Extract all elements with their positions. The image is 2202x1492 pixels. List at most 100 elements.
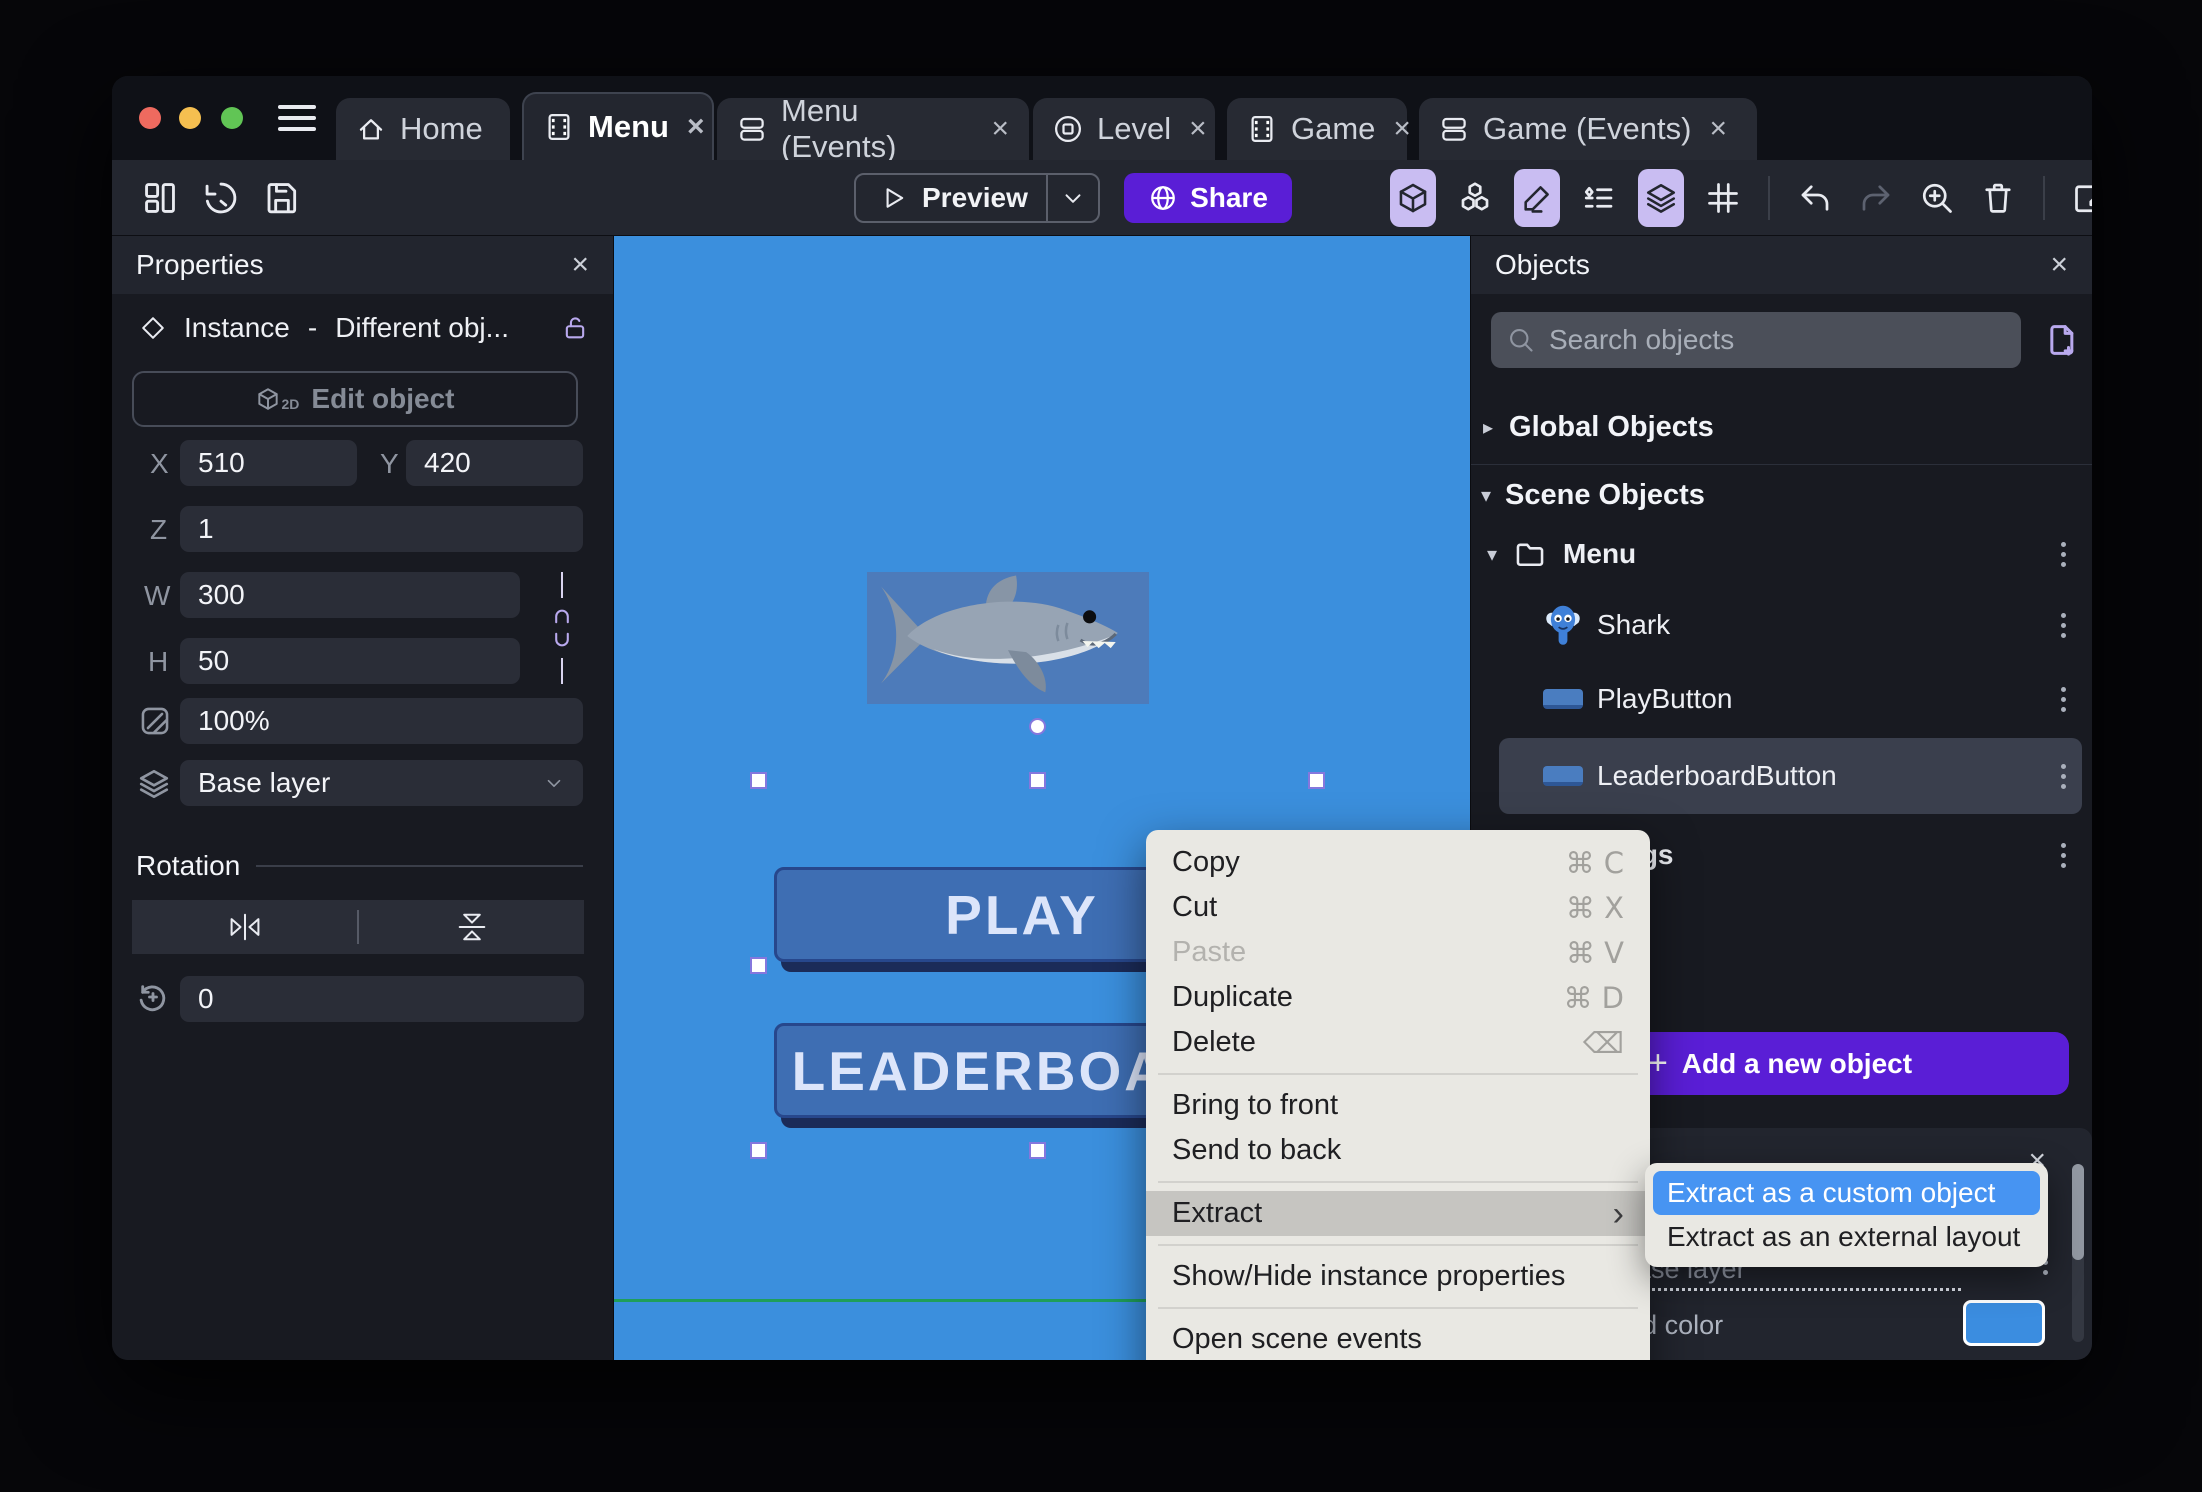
redo-icon[interactable] — [1854, 176, 1898, 220]
triangle-down-icon: ▾ — [1487, 542, 1498, 566]
selection-handle-mid-left[interactable] — [750, 957, 767, 974]
layer-select[interactable]: Base layer — [180, 760, 583, 806]
menu-item-bring-to-front[interactable]: Bring to front — [1146, 1083, 1650, 1128]
share-button[interactable]: Share — [1124, 173, 1292, 223]
menu-item-copy[interactable]: Copy ⌘ C — [1146, 840, 1650, 885]
tab-game[interactable]: Game × — [1227, 98, 1411, 160]
tree-item-leaderboardbutton[interactable]: LeaderboardButton — [1471, 752, 2092, 800]
menu-item-delete[interactable]: Delete ⌫ — [1146, 1020, 1650, 1065]
tab-label: Game (Events) — [1483, 111, 1692, 146]
chevron-down-icon[interactable] — [1048, 185, 1098, 211]
background-color-swatch[interactable] — [1963, 1300, 2045, 1346]
kebab-menu-icon[interactable] — [2061, 612, 2066, 638]
traffic-zoom-button[interactable] — [221, 107, 243, 129]
scene-icon — [544, 112, 574, 142]
submenu-item-extract-external-layout[interactable]: Extract as an external layout — [1653, 1215, 2040, 1259]
kebab-menu-icon[interactable] — [2061, 842, 2066, 868]
y-label: Y — [380, 448, 399, 479]
undo-icon[interactable] — [1793, 176, 1837, 220]
tab-label: Menu (Events) — [781, 93, 897, 164]
events-icon — [1439, 114, 1469, 144]
new-folder-icon[interactable] — [2041, 320, 2081, 360]
submenu-item-extract-custom-object[interactable]: Extract as a custom object — [1653, 1171, 2040, 1215]
menu-item-extract[interactable]: Extract › — [1146, 1191, 1650, 1236]
home-icon — [356, 114, 386, 144]
edit-mode-pencil-icon[interactable] — [1514, 169, 1560, 227]
tab-home[interactable]: Home — [336, 98, 510, 160]
edit-scene-properties-icon[interactable] — [2068, 176, 2092, 220]
opacity-input[interactable]: 100% — [180, 698, 583, 744]
width-input[interactable]: 300 — [180, 572, 520, 618]
preview-button[interactable]: Preview — [854, 173, 1100, 223]
grid-icon[interactable] — [1701, 176, 1745, 220]
globe-icon — [1148, 183, 1178, 213]
close-icon[interactable]: × — [1393, 114, 1411, 144]
search-objects-box[interactable] — [1491, 312, 2021, 368]
tab-label: Game — [1291, 111, 1376, 146]
x-label: X — [150, 448, 169, 479]
instances-blocks-icon[interactable] — [1453, 176, 1497, 220]
close-icon[interactable]: × — [571, 248, 589, 282]
traffic-close-button[interactable] — [139, 107, 161, 129]
tab-menu-events[interactable]: Menu (Events) × — [717, 93, 1029, 164]
rotation-handle[interactable] — [1029, 718, 1046, 735]
menu-item-open-scene-events[interactable]: Open scene events — [1146, 1317, 1650, 1360]
instance-list-icon[interactable] — [1577, 176, 1621, 220]
selection-handle-top-right[interactable] — [1308, 772, 1325, 789]
y-input[interactable]: 420 — [406, 440, 583, 486]
flip-horizontal-button[interactable] — [132, 910, 357, 944]
menu-separator — [1158, 1073, 1638, 1075]
selection-handle-bottom-center[interactable] — [1029, 1142, 1046, 1159]
tree-folder-menu[interactable]: ▾ Menu — [1471, 530, 2092, 578]
scene-icon — [1247, 114, 1277, 144]
shark-sprite[interactable] — [867, 572, 1149, 704]
global-objects-group[interactable]: ▸ Global Objects — [1471, 403, 2092, 451]
save-icon[interactable] — [260, 176, 304, 220]
tree-item-playbutton[interactable]: PlayButton — [1471, 675, 2092, 723]
trash-icon[interactable] — [1976, 176, 2020, 220]
selection-handle-top-center[interactable] — [1029, 772, 1046, 789]
scene-objects-group[interactable]: ▾ Scene Objects — [1471, 471, 2092, 519]
link-wh-toggle[interactable] — [540, 572, 584, 684]
menu-separator — [1158, 1181, 1638, 1183]
menu-item-show-hide-instance-properties[interactable]: Show/Hide instance properties — [1146, 1254, 1650, 1299]
x-input[interactable]: 510 — [180, 440, 357, 486]
play-icon — [880, 184, 908, 212]
scrollbar-thumb[interactable] — [2072, 1164, 2084, 1260]
menu-item-paste[interactable]: Paste ⌘ V — [1146, 930, 1650, 975]
selection-handle-bottom-left[interactable] — [750, 1142, 767, 1159]
history-icon[interactable] — [199, 176, 243, 220]
unlock-icon[interactable] — [561, 314, 589, 342]
rotate-icon — [134, 978, 172, 1016]
kebab-menu-icon[interactable] — [2061, 541, 2066, 567]
selection-handle-top-left[interactable] — [750, 772, 767, 789]
zoom-in-icon[interactable] — [1915, 176, 1959, 220]
hamburger-menu-icon[interactable] — [278, 105, 316, 131]
height-input[interactable]: 50 — [180, 638, 520, 684]
z-input[interactable]: 1 — [180, 506, 583, 552]
close-icon[interactable]: × — [991, 114, 1009, 144]
tab-level[interactable]: Level × — [1033, 98, 1215, 160]
flip-vertical-button[interactable] — [359, 910, 584, 944]
properties-panel: Properties × Instance - Different obj...… — [112, 236, 614, 1360]
menu-separator — [1158, 1244, 1638, 1246]
objects-3d-view-toggle-icon[interactable] — [1390, 169, 1436, 227]
kebab-menu-icon[interactable] — [2061, 763, 2066, 789]
close-icon[interactable]: × — [1709, 114, 1727, 144]
close-icon[interactable]: × — [2050, 248, 2068, 282]
layers-panel-toggle-icon[interactable] — [1638, 169, 1684, 227]
menu-item-cut[interactable]: Cut ⌘ X — [1146, 885, 1650, 930]
search-objects-input[interactable] — [1549, 324, 2005, 356]
menu-item-duplicate[interactable]: Duplicate ⌘ D — [1146, 975, 1650, 1020]
project-manager-icon[interactable] — [138, 176, 182, 220]
tab-menu[interactable]: Menu × — [522, 92, 714, 160]
menu-item-send-to-back[interactable]: Send to back — [1146, 1128, 1650, 1173]
traffic-minimize-button[interactable] — [179, 107, 201, 129]
kebab-menu-icon[interactable] — [2061, 686, 2066, 712]
rotation-angle-input[interactable]: 0 — [180, 976, 584, 1022]
edit-object-button[interactable]: 2D Edit object — [132, 371, 578, 427]
close-icon[interactable]: × — [1189, 114, 1207, 144]
tree-item-shark[interactable]: Shark — [1471, 601, 2092, 649]
close-icon[interactable]: × — [687, 112, 705, 142]
tab-game-events[interactable]: Game (Events) × — [1419, 98, 1757, 160]
